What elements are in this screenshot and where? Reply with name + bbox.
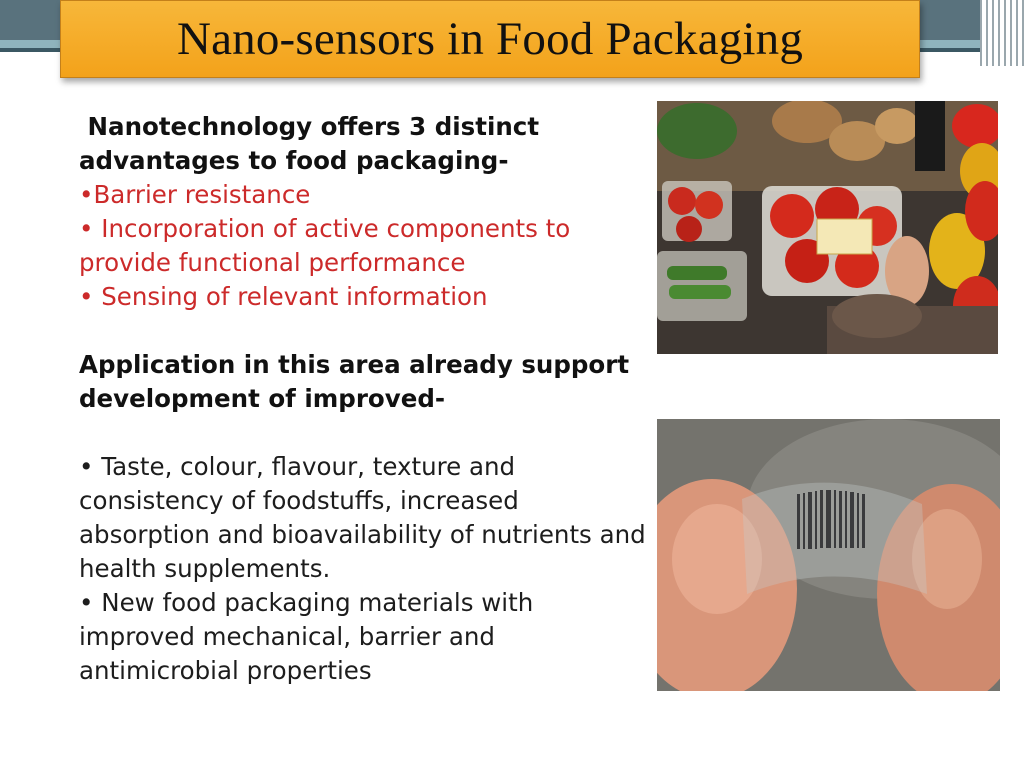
advantage-item: • Sensing of relevant information	[79, 282, 488, 311]
intro-line-2: advantages to food packaging-	[79, 146, 509, 175]
nano-sensor-film-photo	[657, 419, 1000, 691]
application-heading: Application in this area already support…	[79, 350, 630, 413]
slide-body: Nanotechnology offers 3 distinct advanta…	[79, 110, 654, 688]
intro-line-1: Nanotechnology offers 3 distinct	[79, 112, 540, 141]
title-banner: Nano-sensors in Food Packaging	[60, 0, 920, 78]
packaged-produce-photo	[657, 101, 998, 354]
improvement-item: • New food packaging materials with impr…	[79, 588, 534, 685]
improvement-item: • Taste, colour, flavour, texture and co…	[79, 452, 646, 583]
corner-line-decoration	[980, 0, 1024, 66]
advantage-item: •Barrier resistance	[79, 180, 311, 209]
slide-title: Nano-sensors in Food Packaging	[176, 13, 804, 65]
advantage-item: • Incorporation of active components to …	[79, 214, 571, 277]
